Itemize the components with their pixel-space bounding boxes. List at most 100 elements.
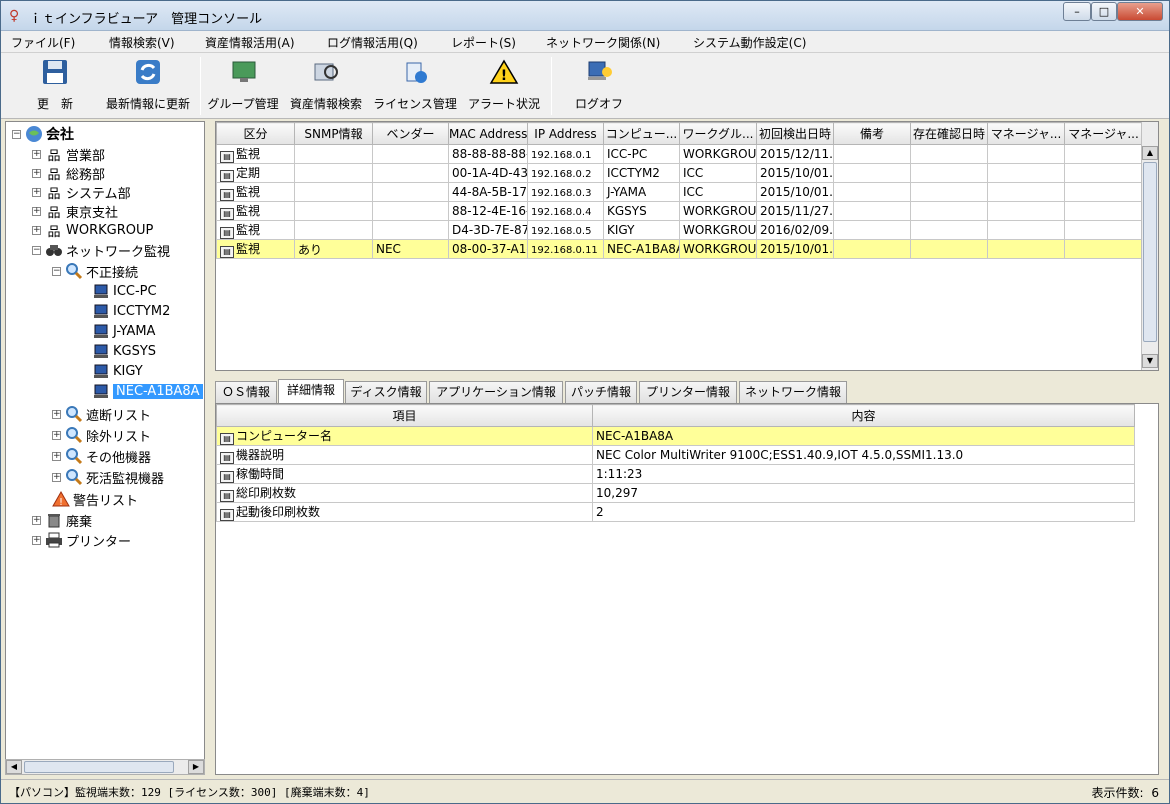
table-cell: ▤ 稼働時間 [216, 464, 593, 484]
expand-icon[interactable]: + [32, 515, 41, 525]
license-manage-button[interactable]: ライセンス管理 [371, 57, 459, 115]
group-manage-button[interactable]: グループ管理 [205, 57, 281, 115]
expand-icon[interactable]: + [52, 451, 61, 461]
device-grid[interactable]: 区分 SNMP情報 ベンダー MAC Address IP Address コン… [215, 121, 1159, 371]
tree-node-excluded-list[interactable]: + 除外リスト [52, 425, 151, 445]
tree-node-disposal[interactable]: + 廃棄 [32, 510, 92, 530]
refresh-latest-button[interactable]: 最新情報に更新 [103, 57, 193, 115]
close-button[interactable]: ✕ [1117, 2, 1163, 21]
menu-network[interactable]: ネットワーク関係(N) [546, 34, 660, 51]
column-header[interactable]: マネージャ... [1064, 122, 1143, 145]
menu-report[interactable]: レポート(S) [451, 34, 516, 51]
scroll-up-button[interactable]: ▲ [1142, 146, 1158, 160]
tree-node-other-devices[interactable]: + その他機器 [52, 446, 151, 466]
column-header[interactable]: マネージャ... [987, 122, 1065, 145]
detail-row[interactable]: ▤ 稼働時間 1:11:23 [216, 464, 1135, 484]
device-tree[interactable]: − 会社 + 品 営業部 + 品 総務部 + 品 システム部 + 品 東京支社 … [5, 121, 205, 775]
group-icon: 品 [47, 224, 61, 240]
menu-file[interactable]: ファイル(F) [11, 34, 75, 51]
alert-status-button[interactable]: ! アラート状況 [465, 57, 543, 115]
table-row[interactable]: ▤ 監視 あり NEC 08-00-37-A1-I 192.168.0.11 NEC-A1B… [216, 239, 1143, 259]
scroll-left-button[interactable]: ◀ [6, 760, 22, 774]
table-cell: KGSYS [603, 201, 680, 221]
expand-icon[interactable]: + [32, 225, 41, 235]
device-grid-vertical-scrollbar[interactable]: ▲ ▼ [1141, 122, 1158, 370]
column-header[interactable]: ワークグル... [679, 122, 757, 145]
detail-row[interactable]: ▤ コンピューター名 NEC-A1BA8A [216, 426, 1135, 446]
tree-node-host[interactable]: KIGY [92, 361, 143, 381]
column-header[interactable]: MAC Address [448, 122, 528, 145]
tree-node-group[interactable]: + 品 総務部 [32, 163, 105, 183]
tree-node-blocked-list[interactable]: + 遮断リスト [52, 404, 151, 424]
table-cell [294, 201, 373, 221]
scroll-thumb[interactable] [1143, 162, 1157, 342]
tree-node-group[interactable]: + 品 WORKGROUP [32, 220, 153, 240]
expand-icon[interactable]: + [32, 206, 41, 216]
collapse-icon[interactable]: − [12, 129, 21, 139]
column-header[interactable]: 初回検出日時 [756, 122, 834, 145]
column-header[interactable]: 区分 [216, 122, 295, 145]
detail-row[interactable]: ▤ 総印刷枚数 10,297 [216, 483, 1135, 503]
tree-node-unauthorized[interactable]: − 不正接続 [52, 261, 138, 281]
tree-node-host[interactable]: ICC-PC [92, 281, 157, 301]
expand-icon[interactable]: + [32, 187, 41, 197]
column-header[interactable]: IP Address [527, 122, 604, 145]
column-header[interactable]: ベンダー [372, 122, 449, 145]
column-header[interactable]: 備考 [833, 122, 911, 145]
detail-row[interactable]: ▤ 起動後印刷枚数 2 [216, 502, 1135, 522]
tree-node-group[interactable]: + 品 営業部 [32, 144, 105, 164]
column-header[interactable]: SNMP情報 [294, 122, 373, 145]
tab-detail-info[interactable]: 詳細情報 [278, 379, 344, 403]
minimize-button[interactable]: – [1063, 2, 1091, 21]
tab-printer-info[interactable]: プリンター情報 [639, 381, 737, 403]
scroll-right-button[interactable]: ▶ [188, 760, 204, 774]
tree-node-warning-list[interactable]: ! 警告リスト [52, 489, 138, 509]
maximize-button[interactable]: □ [1091, 2, 1117, 21]
tree-node-printer[interactable]: + プリンター [32, 530, 131, 550]
menu-info-search[interactable]: 情報検索(V) [109, 34, 175, 51]
table-row[interactable]: ▤ 定期 00-1A-4D-43- 192.168.0.2 ICCTYM2 ICC 2015… [216, 163, 1143, 183]
tree-node-alive-monitor[interactable]: + 死活監視機器 [52, 467, 164, 487]
tree-horizontal-scrollbar[interactable]: ◀ ▶ [5, 759, 205, 775]
expand-icon[interactable]: + [32, 535, 41, 545]
expand-icon[interactable]: + [52, 409, 61, 419]
expand-icon[interactable]: + [52, 430, 61, 440]
tree-node-network-monitor[interactable]: − ネットワーク監視 [32, 240, 170, 260]
tree-node-host[interactable]: KGSYS [92, 341, 156, 361]
column-header[interactable]: 項目 [216, 404, 593, 427]
table-cell: NEC-A1BA8A [603, 239, 680, 259]
expand-icon[interactable]: + [32, 149, 41, 159]
tab-application-info[interactable]: アプリケーション情報 [429, 381, 563, 403]
tree-node-company[interactable]: − 会社 [12, 124, 74, 144]
expand-icon[interactable]: + [32, 168, 41, 178]
tree-node-group[interactable]: + 品 システム部 [32, 182, 131, 202]
table-row[interactable]: ▤ 監視 D4-3D-7E-87- 192.168.0.5 KIGY WORKGROU 20… [216, 220, 1143, 240]
menu-asset[interactable]: 資産情報活用(A) [205, 34, 295, 51]
logoff-button[interactable]: ログオフ [561, 57, 637, 115]
table-row[interactable]: ▤監視 88-88-88-88-8192.168.0.1ICC-PCWORKGRO… [216, 144, 1143, 164]
collapse-icon[interactable]: − [52, 266, 61, 276]
tab-patch-info[interactable]: パッチ情報 [565, 381, 637, 403]
scroll-down-button[interactable]: ▼ [1142, 354, 1158, 368]
menu-log[interactable]: ログ情報活用(Q) [327, 34, 418, 51]
collapse-icon[interactable]: − [32, 245, 41, 255]
column-header[interactable]: 存在確認日時 [910, 122, 988, 145]
table-row[interactable]: ▤ 監視 88-12-4E-16- 192.168.0.4 KGSYS WORKGROU 2… [216, 201, 1143, 221]
tab-disk-info[interactable]: ディスク情報 [345, 381, 427, 403]
column-header[interactable]: コンピュー... [603, 122, 680, 145]
detail-row[interactable]: ▤ 機器説明 NEC Color MultiWriter 9100C;ESS1.40… [216, 445, 1135, 465]
tree-node-host-selected[interactable]: NEC-A1BA8A [92, 381, 203, 401]
tab-os-info[interactable]: ＯＳ情報 [215, 381, 277, 403]
tree-node-host[interactable]: ICCTYM2 [92, 301, 170, 321]
table-row[interactable]: ▤ 監視 44-8A-5B-17- 192.168.0.3 J-YAMA ICC 2015/… [216, 182, 1143, 202]
asset-search-button[interactable]: 資産情報検索 [287, 57, 365, 115]
detail-grid[interactable]: 項目 内容 ▤ コンピューター名 NEC-A1BA8A ▤ 機器説明 NEC Color … [215, 403, 1159, 775]
tree-node-host[interactable]: J-YAMA [92, 321, 155, 341]
menu-system[interactable]: システム動作設定(C) [693, 34, 806, 51]
column-header[interactable]: 内容 [592, 404, 1135, 427]
tab-network-info[interactable]: ネットワーク情報 [739, 381, 847, 403]
update-button[interactable]: 更 新 [15, 57, 95, 115]
scroll-thumb[interactable] [24, 761, 174, 773]
expand-icon[interactable]: + [52, 472, 61, 482]
tree-node-group[interactable]: + 品 東京支社 [32, 201, 118, 221]
